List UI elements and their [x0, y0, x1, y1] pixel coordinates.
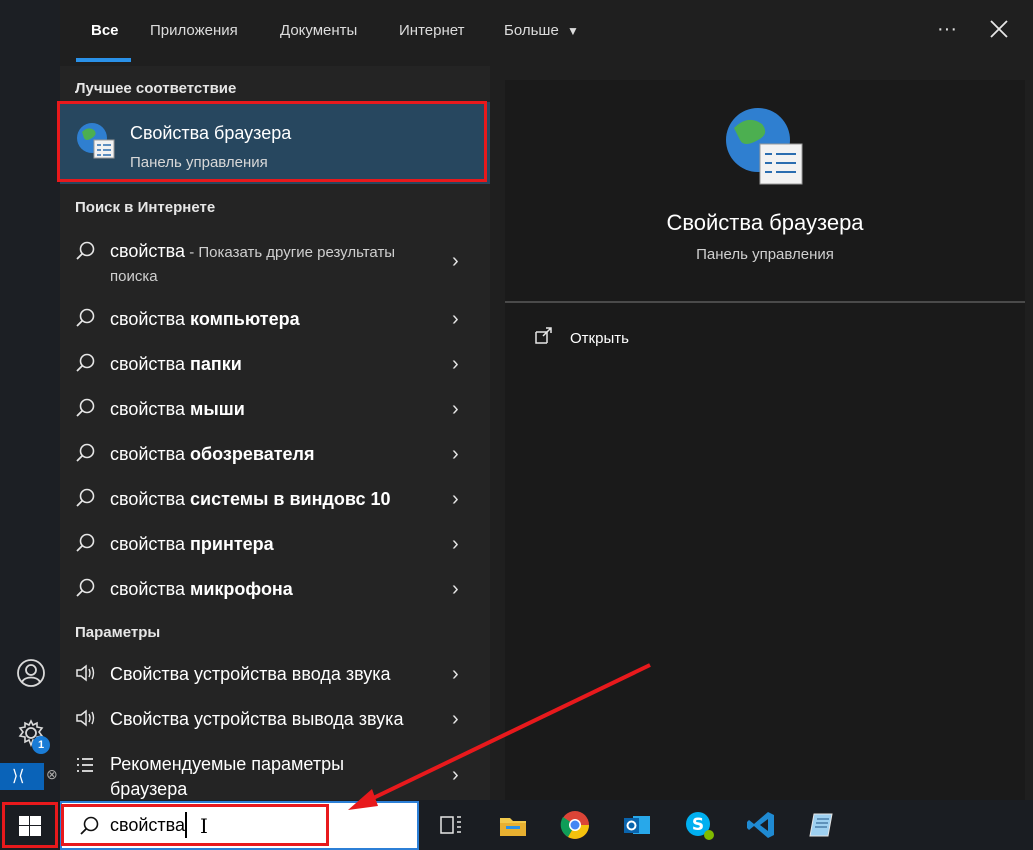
remote-connection-icon[interactable]: ⟩⟨	[0, 763, 44, 790]
chevron-right-icon[interactable]: ›	[452, 488, 459, 511]
user-account-icon[interactable]	[14, 656, 48, 690]
outlook-icon[interactable]	[620, 808, 654, 842]
settings-list-icon	[74, 754, 96, 776]
web-result-term: свойства	[110, 444, 191, 464]
open-label: Открыть	[570, 330, 629, 347]
section-settings: Параметры	[75, 624, 161, 641]
file-explorer-icon[interactable]	[496, 808, 530, 842]
web-result-term: свойства	[110, 399, 191, 419]
web-result-term-bold: микрофона	[190, 579, 293, 599]
settings-result-row[interactable]: Свойства устройства ввода звука ›	[60, 652, 490, 697]
chevron-right-icon[interactable]: ›	[452, 398, 459, 421]
speaker-icon	[74, 662, 96, 684]
speaker-icon	[74, 707, 96, 729]
tab-documents[interactable]: Документы	[280, 22, 357, 39]
chevron-right-icon[interactable]: ›	[452, 308, 459, 331]
web-result-term-bold: принтера	[190, 534, 274, 554]
web-result-row[interactable]: свойства папки ›	[60, 342, 490, 387]
settings-result-row[interactable]: Рекомендуемые параметры браузера ›	[60, 742, 490, 800]
chevron-right-icon[interactable]: ›	[452, 533, 459, 556]
web-result-term: свойства	[110, 309, 191, 329]
preview-title: Свойства браузера	[666, 210, 864, 235]
internet-options-large-icon	[722, 104, 806, 188]
tab-apps[interactable]: Приложения	[150, 22, 238, 39]
web-result-hint-line2: поиска	[110, 268, 158, 285]
web-result-term: свойства	[110, 579, 191, 599]
more-options-button[interactable]: ···	[937, 18, 957, 41]
search-icon	[74, 487, 96, 509]
start-sidebar: 1 ⟩⟨ ⊗	[0, 0, 60, 800]
task-view-icon[interactable]	[434, 808, 468, 842]
web-result-row[interactable]: свойства системы в виндовс 10 ›	[60, 477, 490, 522]
web-result-row[interactable]: свойства микрофона ›	[60, 567, 490, 612]
settings-result-label: Рекомендуемые параметры	[110, 754, 345, 774]
web-result-term: свойства	[110, 489, 191, 509]
highlight-box-start	[2, 802, 58, 848]
tab-more[interactable]: Больше ▼	[504, 22, 579, 39]
chevron-right-icon[interactable]: ›	[452, 250, 459, 273]
web-result-term-bold: мыши	[190, 399, 245, 419]
web-result-row[interactable]: свойства - Показать другие результаты по…	[60, 230, 490, 292]
preview-divider	[505, 301, 1025, 303]
section-web-search: Поиск в Интернете	[75, 199, 216, 216]
open-action[interactable]: Открыть	[533, 324, 673, 354]
svg-text:S: S	[692, 815, 704, 835]
chevron-down-icon: ▼	[566, 24, 579, 38]
web-result-hint: - Показать другие результаты	[185, 244, 396, 261]
web-result-row[interactable]: свойства компьютера ›	[60, 297, 490, 342]
web-result-term: свойства	[110, 354, 191, 374]
notepad-icon[interactable]	[806, 808, 840, 842]
search-icon	[74, 577, 96, 599]
notification-badge: 1	[32, 736, 50, 754]
web-result-row[interactable]: свойства мыши ›	[60, 387, 490, 432]
settings-result-row[interactable]: Свойства устройства вывода звука ›	[60, 697, 490, 742]
chevron-right-icon[interactable]: ›	[452, 764, 459, 787]
search-icon	[74, 397, 96, 419]
web-result-term-bold: системы в виндовс 10	[190, 489, 391, 509]
search-icon	[74, 307, 96, 329]
web-result-term: свойства	[110, 534, 191, 554]
web-result-term-bold: компьютера	[190, 309, 300, 329]
search-icon	[74, 532, 96, 554]
highlight-box-best-match	[57, 101, 487, 182]
settings-result-label: Свойства устройства вывода звука	[110, 709, 404, 729]
tab-internet[interactable]: Интернет	[399, 22, 464, 39]
web-result-term-bold: папки	[190, 354, 242, 374]
skype-icon[interactable]: S	[682, 808, 716, 842]
close-icon[interactable]	[988, 18, 1012, 42]
vscode-icon[interactable]	[744, 808, 778, 842]
tab-more-label: Больше	[504, 22, 559, 39]
tab-all[interactable]: Все	[91, 22, 119, 39]
chevron-right-icon[interactable]: ›	[452, 443, 459, 466]
chevron-right-icon[interactable]: ›	[452, 578, 459, 601]
settings-result-label: Свойства устройства ввода звука	[110, 664, 391, 684]
highlight-box-search	[61, 804, 329, 846]
tab-active-indicator	[76, 58, 131, 62]
web-result-row[interactable]: свойства обозревателя ›	[60, 432, 490, 477]
search-icon	[74, 442, 96, 464]
chrome-icon[interactable]	[558, 808, 592, 842]
chevron-right-icon[interactable]: ›	[452, 708, 459, 731]
web-result-term: свойства	[110, 241, 186, 261]
chevron-right-icon[interactable]: ›	[452, 663, 459, 686]
section-best-match: Лучшее соответствие	[75, 80, 237, 97]
search-icon	[74, 240, 96, 262]
search-icon	[74, 352, 96, 374]
settings-result-label-line2: браузера	[110, 779, 188, 799]
web-result-row[interactable]: свойства принтера ›	[60, 522, 490, 567]
preview-subtitle: Панель управления	[696, 246, 834, 263]
open-external-icon	[533, 326, 553, 346]
web-result-term-bold: обозревателя	[190, 444, 315, 464]
chevron-right-icon[interactable]: ›	[452, 353, 459, 376]
